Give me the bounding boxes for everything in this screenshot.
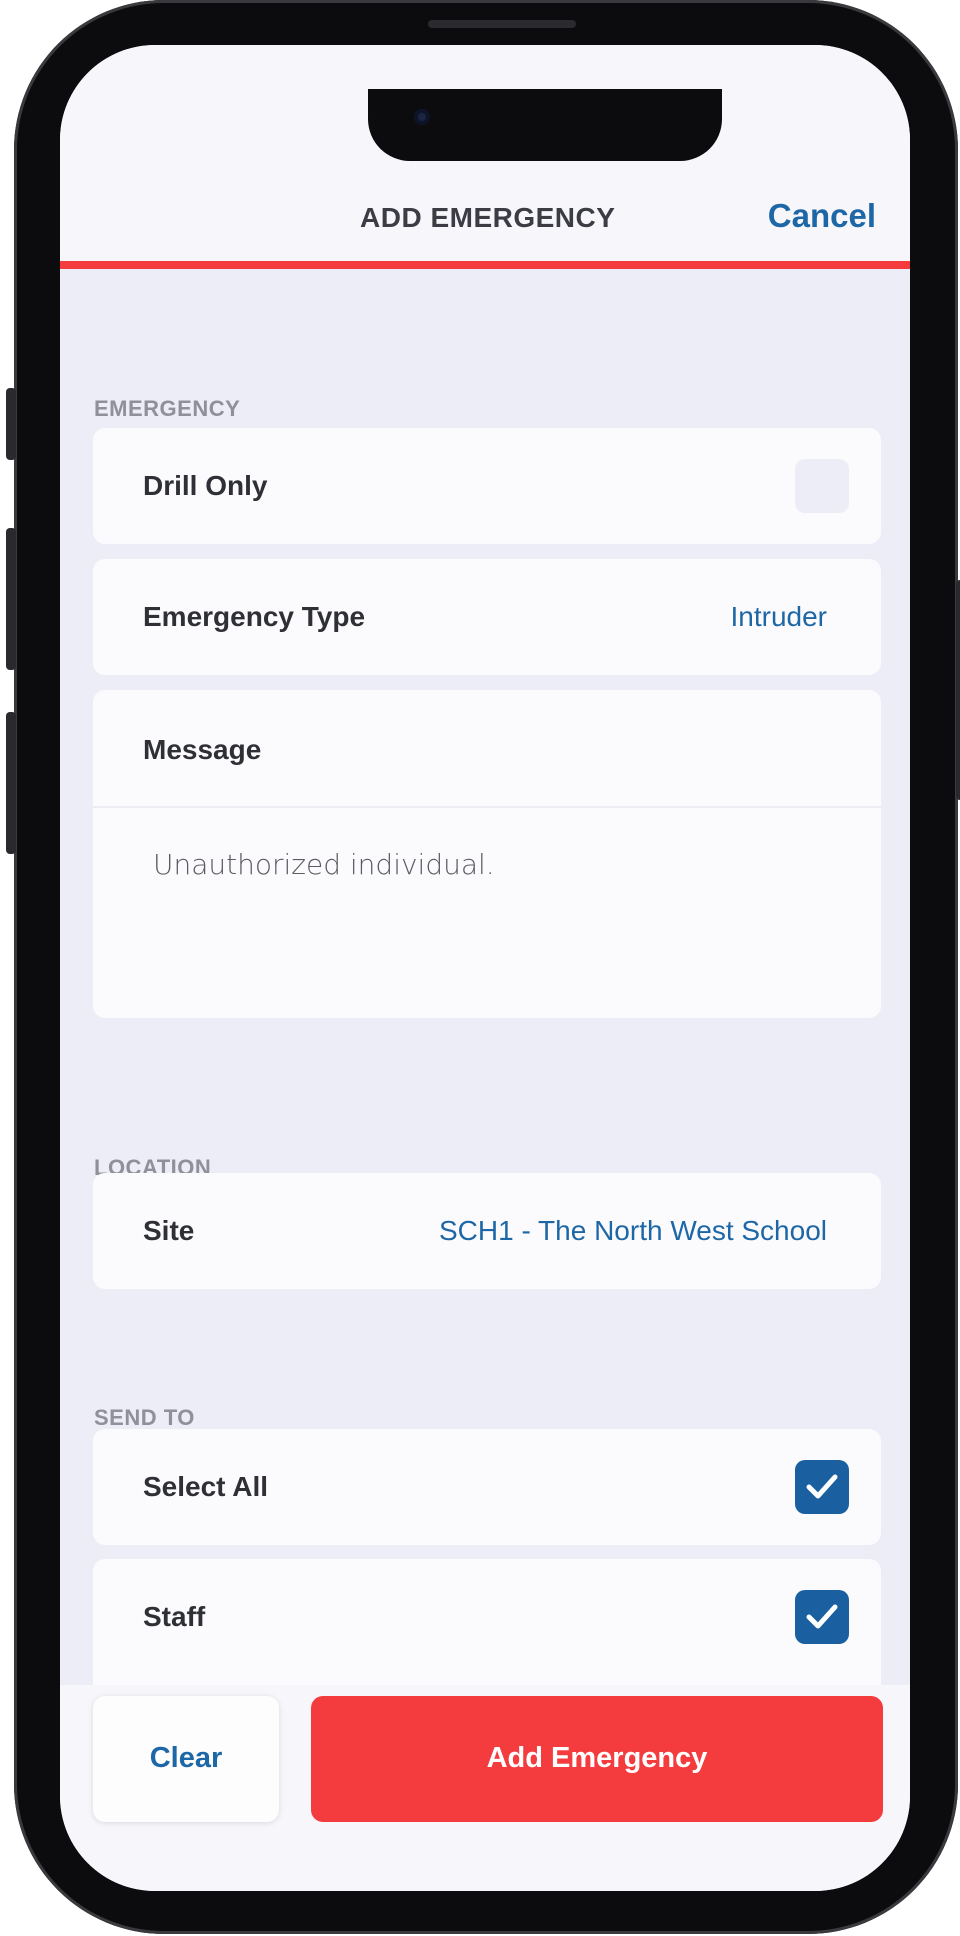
speaker-grille (428, 20, 576, 28)
emergency-type-value[interactable]: Intruder (731, 601, 828, 633)
select-all-label: Select All (143, 1471, 269, 1502)
clear-button-label: Clear (149, 1742, 223, 1774)
site-label: Site (143, 1215, 195, 1246)
notch (368, 89, 722, 161)
message-textarea[interactable]: Unauthorized individual. (153, 848, 495, 881)
page-title: ADD EMERGENCY (360, 202, 616, 233)
front-camera-icon (414, 109, 430, 125)
check-icon (806, 1474, 838, 1499)
message-card: Message Unauthorized individual. (93, 690, 881, 1018)
phone-screen: ADD EMERGENCY Cancel EMERGENCY Drill Onl… (60, 45, 910, 1891)
message-label: Message (143, 734, 262, 765)
select-all-row[interactable]: Select All (93, 1429, 881, 1545)
section-label-emergency: EMERGENCY (94, 396, 241, 421)
divider (93, 806, 881, 808)
staff-label: Staff (143, 1601, 206, 1632)
emergency-type-label: Emergency Type (143, 601, 366, 632)
drill-only-row[interactable]: Drill Only (93, 428, 881, 544)
drill-only-checkbox[interactable] (795, 459, 849, 513)
mute-switch (6, 388, 16, 460)
cancel-button[interactable]: Cancel (768, 197, 876, 235)
site-row[interactable]: Site SCH1 - The North West School (93, 1173, 881, 1289)
select-all-checkbox[interactable] (795, 1460, 849, 1514)
drill-only-label: Drill Only (143, 470, 268, 501)
check-icon (806, 1604, 838, 1629)
power-button (956, 580, 960, 800)
volume-down-button (6, 712, 16, 854)
site-value[interactable]: SCH1 - The North West School (439, 1215, 827, 1247)
add-emergency-button-label: Add Emergency (486, 1742, 708, 1774)
clear-button[interactable]: Clear (93, 1696, 279, 1822)
volume-up-button (6, 528, 16, 670)
home-indicator (365, 1864, 605, 1870)
section-label-send-to: SEND TO (94, 1405, 195, 1430)
staff-checkbox[interactable] (795, 1590, 849, 1644)
add-emergency-button[interactable]: Add Emergency (311, 1696, 883, 1822)
emergency-type-row[interactable]: Emergency Type Intruder (93, 559, 881, 675)
